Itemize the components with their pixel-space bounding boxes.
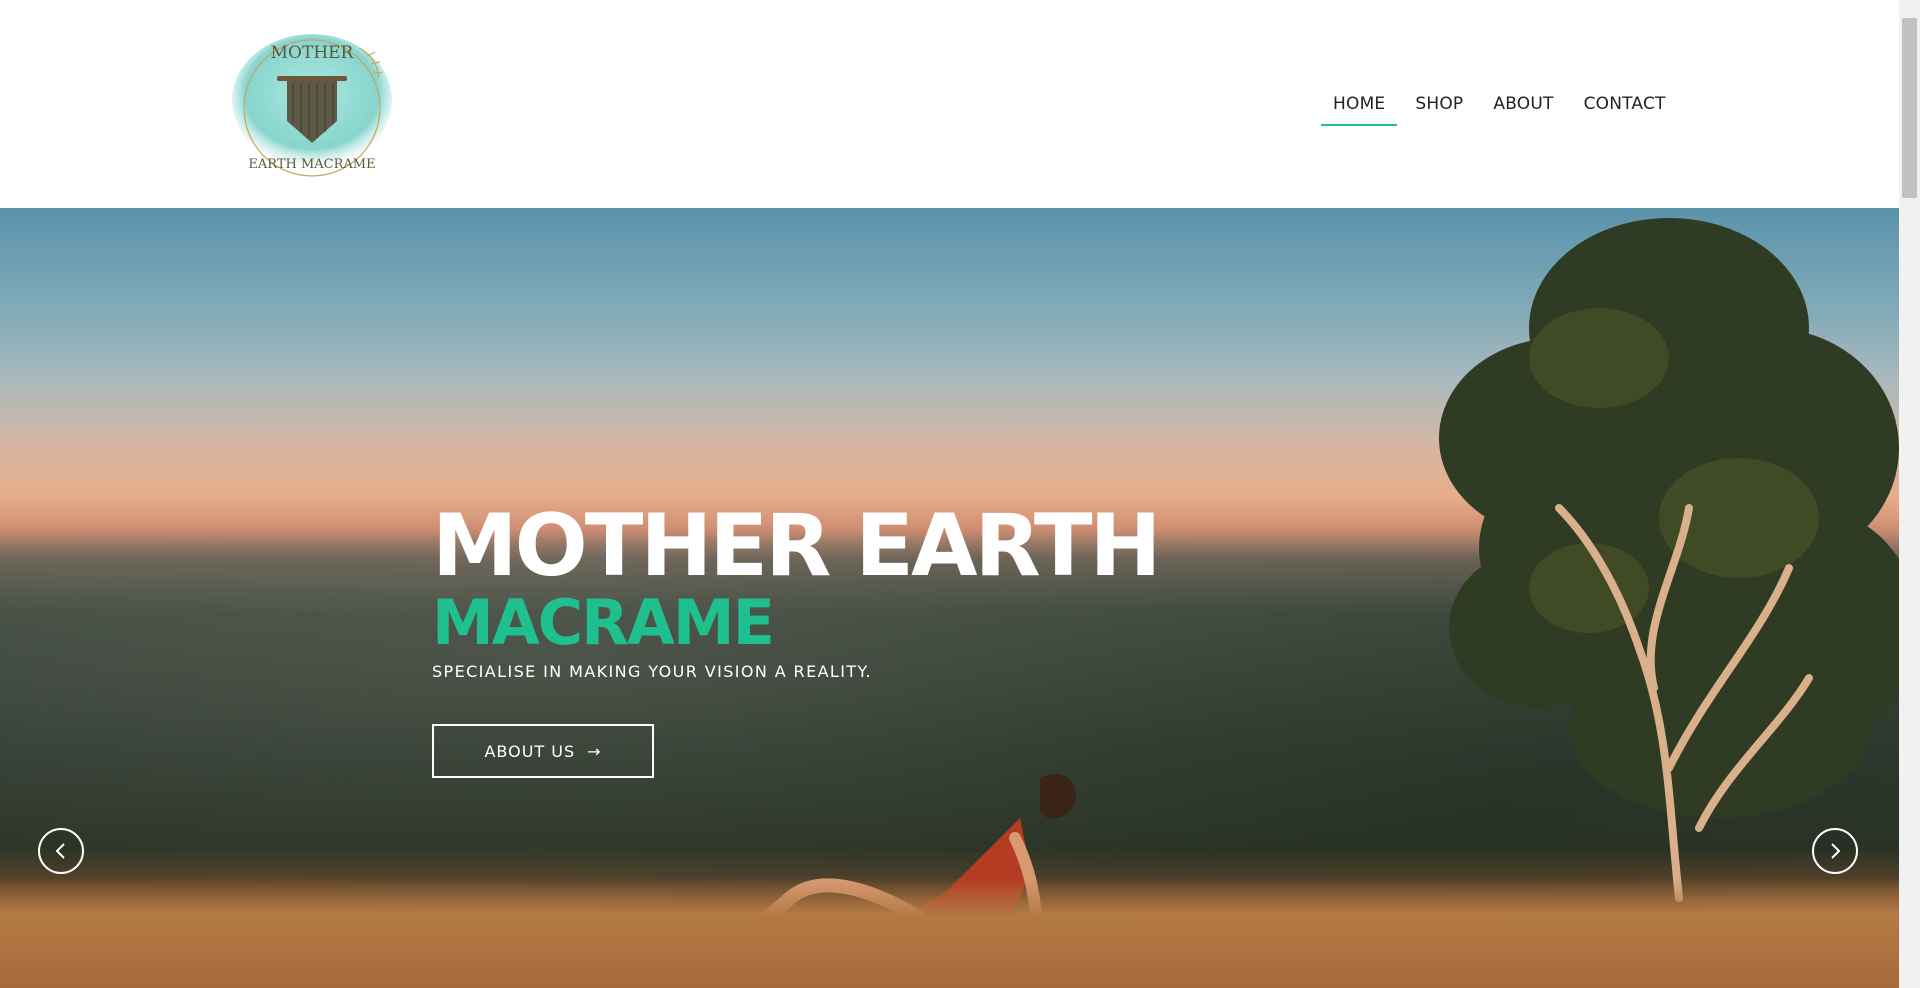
page-scrollbar[interactable] <box>1899 0 1920 988</box>
hero-title: MOTHER EARTH <box>432 496 1162 596</box>
nav-about[interactable]: ABOUT <box>1481 90 1565 124</box>
hero-content: MOTHER EARTH MACRAME SPECIALISE IN MAKIN… <box>432 496 1162 778</box>
chevron-right-icon <box>1831 843 1841 859</box>
hero-tagline: SPECIALISE IN MAKING YOUR VISION A REALI… <box>432 662 872 681</box>
site-header: MOTHER EARTH MACRAME HOME SHOP ABOUT CON… <box>0 0 1899 208</box>
scrollbar-thumb[interactable] <box>1902 18 1917 198</box>
hero-slider: MOTHER EARTH MACRAME SPECIALISE IN MAKIN… <box>0 208 1899 988</box>
hero-grass-foreground <box>0 878 1899 988</box>
site-logo[interactable]: MOTHER EARTH MACRAME <box>219 28 405 184</box>
nav-contact[interactable]: CONTACT <box>1572 90 1678 124</box>
nav-shop[interactable]: SHOP <box>1403 90 1475 124</box>
slider-prev-button[interactable] <box>38 828 84 874</box>
hero-subtitle: MACRAME <box>432 586 775 659</box>
about-us-button-label: ABOUT US <box>484 741 576 761</box>
chevron-left-icon <box>55 843 65 859</box>
main-nav: HOME SHOP ABOUT CONTACT <box>1318 90 1681 126</box>
svg-text:MOTHER: MOTHER <box>271 43 355 63</box>
slider-next-button[interactable] <box>1812 828 1858 874</box>
nav-home[interactable]: HOME <box>1321 90 1398 126</box>
svg-text:EARTH MACRAME: EARTH MACRAME <box>248 157 375 172</box>
tree-image <box>1439 218 1899 902</box>
about-us-button[interactable]: ABOUT US → <box>432 724 654 778</box>
logo-image: MOTHER EARTH MACRAME <box>219 28 405 184</box>
arrow-right-icon: → <box>587 741 602 761</box>
